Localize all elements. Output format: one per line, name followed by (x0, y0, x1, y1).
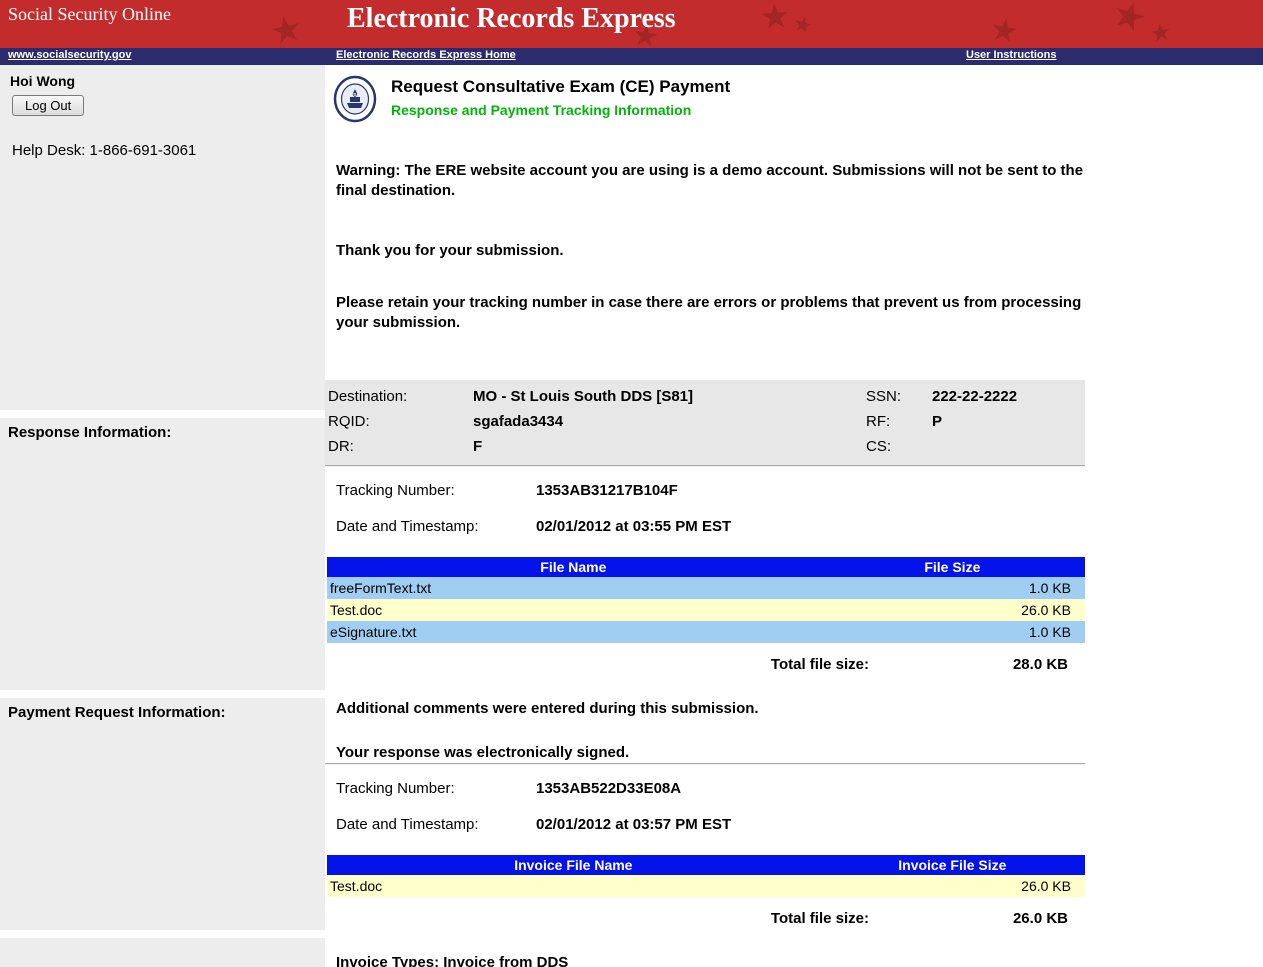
file-name-header: File Name (327, 557, 820, 577)
rf-label: RF: (866, 411, 932, 432)
nav-link-socialsecurity-gov[interactable]: www.socialsecurity.gov (8, 49, 132, 61)
rf-value: P (932, 411, 1085, 432)
sidebar-user-panel: Hoi Wong Log Out Help Desk: 1-866-691-30… (0, 65, 325, 410)
demo-warning-text: Warning: The ERE website account you are… (336, 161, 1084, 201)
sidebar-response-section: Response Information: (0, 418, 325, 690)
timestamp-value: 02/01/2012 at 03:57 PM EST (536, 816, 731, 833)
tracking-number-value: 1353AB522D33E08A (536, 780, 681, 797)
timestamp-label: Date and Timestamp: (336, 518, 536, 535)
response-total-row: Total file size: 28.0 KB (325, 656, 1085, 673)
app-title: Electronic Records Express (347, 3, 676, 35)
payment-total-row: Total file size: 26.0 KB (325, 910, 1085, 927)
file-size-cell: 1.0 KB (820, 621, 1085, 643)
section-divider (325, 763, 1085, 765)
content-area: Hoi Wong Log Out Help Desk: 1-866-691-30… (0, 65, 1263, 967)
timestamp-label: Date and Timestamp: (336, 816, 536, 833)
nav-link-ere-home[interactable]: Electronic Records Express Home (336, 49, 516, 61)
table-header-row: File Name File Size (327, 557, 1085, 577)
star-icon: ★ (1148, 21, 1173, 48)
retain-tracking-text: Please retain your tracking number in ca… (336, 293, 1084, 333)
invoice-file-size-header: Invoice File Size (820, 855, 1085, 875)
star-icon: ★ (759, 0, 792, 35)
total-file-size-label: Total file size: (771, 910, 869, 927)
star-icon: ★ (790, 12, 815, 38)
tracking-number-label: Tracking Number: (336, 482, 536, 499)
section-divider (325, 465, 1085, 467)
rqid-value: sgafada3434 (473, 411, 866, 432)
response-comments-note: Additional comments were entered during … (336, 699, 1084, 719)
help-desk-phone: Help Desk: 1-866-691-3061 (10, 142, 315, 159)
table-header-row: Invoice File Name Invoice File Size (327, 855, 1085, 875)
table-row: freeFormText.txt 1.0 KB (327, 577, 1085, 599)
file-size-cell: 1.0 KB (820, 577, 1085, 599)
dr-value: F (473, 436, 866, 457)
rqid-label: RQID: (328, 411, 473, 432)
nav-link-user-instructions[interactable]: User Instructions (966, 49, 1056, 61)
ssn-label: SSN: (866, 386, 932, 407)
table-row: Test.doc 26.0 KB (327, 599, 1085, 621)
sidebar-footer-strip (0, 938, 325, 967)
destination-label: Destination: (328, 386, 473, 407)
sidebar: Hoi Wong Log Out Help Desk: 1-866-691-30… (0, 65, 325, 967)
file-size-header: File Size (820, 557, 1085, 577)
thank-you-text: Thank you for your submission. (336, 241, 1084, 261)
total-file-size-label: Total file size: (771, 656, 869, 673)
file-name-cell: Test.doc (327, 599, 820, 621)
invoice-file-table: Invoice File Name Invoice File Size Test… (327, 855, 1085, 897)
file-name-cell: eSignature.txt (327, 621, 820, 643)
response-timestamp-row: Date and Timestamp: 02/01/2012 at 03:55 … (336, 518, 1085, 535)
payment-tracking-row: Tracking Number: 1353AB522D33E08A (336, 780, 1085, 797)
file-name-cell: Test.doc (327, 875, 820, 897)
cs-value (932, 436, 1085, 457)
star-icon: ★ (1107, 0, 1151, 40)
tracking-number-value: 1353AB31217B104F (536, 482, 678, 499)
right-whitespace (1085, 65, 1263, 967)
invoice-file-name-header: Invoice File Name (327, 855, 820, 875)
payment-timestamp-row: Date and Timestamp: 02/01/2012 at 03:57 … (336, 816, 1085, 833)
destination-value: MO - St Louis South DDS [S81] (473, 386, 866, 407)
table-row: eSignature.txt 1.0 KB (327, 621, 1085, 643)
dr-label: DR: (328, 436, 473, 457)
site-name: Social Security Online (8, 4, 171, 25)
navbar: www.socialsecurity.gov Electronic Record… (0, 48, 1263, 65)
submission-summary-box: Destination: MO - St Louis South DDS [S8… (325, 380, 1085, 465)
timestamp-value: 02/01/2012 at 03:55 PM EST (536, 518, 731, 535)
esigned-note: Your response was electronically signed. (336, 743, 1084, 763)
cs-label: CS: (866, 436, 932, 457)
file-name-cell: freeFormText.txt (327, 577, 820, 599)
response-tracking-row: Tracking Number: 1353AB31217B104F (336, 482, 1085, 499)
page-header: USA Request Consultative Exam (CE) Payme… (325, 65, 1085, 131)
file-size-cell: 26.0 KB (820, 599, 1085, 621)
star-icon: ★ (987, 12, 1021, 48)
svg-text:USA: USA (350, 92, 360, 97)
total-file-size-value: 26.0 KB (885, 910, 1085, 927)
main-content: USA Request Consultative Exam (CE) Payme… (325, 65, 1085, 967)
ssn-value: 222-22-2222 (932, 386, 1085, 407)
response-information-label: Response Information: (0, 418, 325, 447)
logout-button[interactable]: Log Out (12, 95, 84, 116)
sidebar-divider (0, 410, 325, 418)
sidebar-payment-section: Payment Request Information: (0, 698, 325, 930)
payment-request-information-label: Payment Request Information: (0, 698, 325, 727)
invoice-types-text: Invoice Types: Invoice from DDS (336, 953, 1084, 967)
file-size-cell: 26.0 KB (820, 875, 1085, 897)
tracking-number-label: Tracking Number: (336, 780, 536, 797)
user-name: Hoi Wong (10, 71, 315, 95)
star-icon: ★ (267, 9, 306, 48)
total-file-size-value: 28.0 KB (885, 656, 1085, 673)
sidebar-divider (0, 690, 325, 698)
response-file-table: File Name File Size freeFormText.txt 1.0… (327, 557, 1085, 643)
page-title: Request Consultative Exam (CE) Payment (391, 75, 730, 97)
sidebar-divider (0, 930, 325, 938)
top-banner: ★ ★ ★ ★ ★ ★ ★ Social Security Online Ele… (0, 0, 1263, 48)
table-row: Test.doc 26.0 KB (327, 875, 1085, 897)
ssa-seal-logo: USA (333, 75, 377, 123)
page-subtitle: Response and Payment Tracking Informatio… (391, 97, 730, 118)
